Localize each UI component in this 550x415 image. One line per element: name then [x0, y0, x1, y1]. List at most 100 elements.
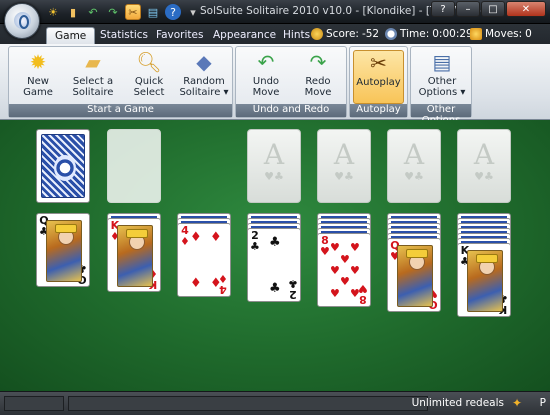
redeals-status: Unlimited redeals — [411, 397, 504, 409]
select-solitaire-label: Select a Solitaire — [72, 76, 114, 98]
random-solitaire-label: Random Solitaire ▾ — [179, 76, 229, 98]
tab-game[interactable]: Game — [46, 27, 96, 44]
new-game-button[interactable]: ✹ New Game — [14, 50, 62, 104]
foundation-suits: ♥♣ — [334, 170, 354, 183]
suit-pip: ♥ — [350, 264, 360, 277]
foundation-suits: ♥♣ — [474, 170, 494, 183]
moves-display: Moves: 0 — [470, 28, 532, 40]
group-label-other: Other Options — [411, 104, 471, 126]
redo-arrow-icon: ↷ — [309, 49, 327, 74]
face-up-card[interactable]: 8 ♥ 8 ♥ ♥ ♥ ♥ ♥ ♥ ♥ ♥ ♥ — [317, 233, 371, 307]
suit-pip: ♥ — [330, 241, 340, 254]
foundation-letter: A — [403, 138, 425, 171]
undo-icon[interactable]: ↶ — [85, 4, 101, 20]
moves-icon — [470, 28, 482, 40]
select-solitaire-button[interactable]: ▰ Select a Solitaire — [65, 50, 121, 104]
face-up-card[interactable]: Q ♣ Q ♣ — [36, 213, 90, 287]
group-label-autoplay: Autoplay — [350, 104, 407, 117]
waste-pile[interactable] — [107, 129, 161, 203]
moves-label: Moves: — [485, 28, 523, 40]
foundation-2[interactable]: A ♥♣ — [317, 129, 371, 203]
suit-pip: ♥ — [350, 287, 360, 300]
autoplay-icon[interactable]: ✂ — [125, 4, 141, 20]
time-label: Time: — [400, 28, 430, 40]
card-rank-suit: 2 ♣ — [288, 277, 298, 301]
tab-statistics[interactable]: Statistics — [92, 27, 156, 44]
status-segment — [68, 396, 428, 411]
help-button[interactable]: ? — [431, 1, 455, 17]
new-game-label: New Game — [23, 76, 53, 98]
tab-appearance[interactable]: Appearance — [205, 27, 284, 44]
other-options-label: Other Options ▾ — [418, 76, 466, 98]
court-card-art — [117, 225, 153, 287]
new-game-icon[interactable]: ☀ — [45, 4, 61, 20]
face-up-card[interactable]: K ♣ K ♣ — [457, 243, 511, 317]
foundation-1[interactable]: A ♥♣ — [247, 129, 301, 203]
suit-pip: ♥ — [340, 275, 350, 288]
face-up-card[interactable]: 4 ♦ 4 ♦ ♦ ♦ ♦ ♦ — [177, 223, 231, 297]
ribbon-tab-row: Game Statistics Favorites Appearance Hin… — [0, 24, 550, 44]
title-bar: ☀ ▮ ↶ ↷ ✂ ▤ ? ▾ SolSuite Solitaire 2010 … — [0, 0, 550, 39]
foundation-4[interactable]: A ♥♣ — [457, 129, 511, 203]
maximize-button[interactable]: □ — [481, 1, 505, 17]
suit-pip: ♣ — [269, 235, 281, 250]
other-options-button[interactable]: ▤ Other Options ▾ — [417, 50, 467, 104]
quick-select-label: Quick Select — [133, 76, 165, 98]
ribbon: ✹ New Game ▰ Select a Solitaire 🔍︎ Quick… — [0, 44, 550, 126]
undo-move-label: Undo Move — [252, 76, 280, 98]
random-solitaire-button[interactable]: ◆ Random Solitaire ▾ — [177, 50, 231, 104]
court-card-art — [467, 250, 503, 312]
foundation-suits: ♥♣ — [264, 170, 284, 183]
help-icon[interactable]: ? — [165, 4, 181, 20]
customize-toolbar-icon[interactable]: ▾ — [185, 4, 201, 20]
face-up-card[interactable]: Q ♥ Q ♥ — [387, 238, 441, 312]
folder-icon[interactable]: ▮ — [65, 4, 81, 20]
score-icon — [311, 28, 323, 40]
stock-pile[interactable] — [36, 129, 90, 203]
autoplay-button[interactable]: ✂ Autoplay — [353, 50, 404, 104]
face-up-card[interactable]: 2 ♣ 2 ♣ ♣ ♣ — [247, 228, 301, 302]
options-window-icon: ▤ — [432, 49, 452, 74]
foundation-3[interactable]: A ♥♣ — [387, 129, 441, 203]
card-back-pattern — [41, 134, 85, 198]
application-menu-button[interactable] — [4, 3, 40, 39]
suit-pip: ♦ — [210, 276, 222, 291]
statistics-icon[interactable]: ▤ — [145, 4, 161, 20]
undo-arrow-icon: ↶ — [257, 49, 275, 74]
score-display: Score: -52 — [311, 28, 379, 40]
group-start-a-game: ✹ New Game ▰ Select a Solitaire 🔍︎ Quick… — [8, 46, 233, 118]
tab-favorites[interactable]: Favorites — [148, 27, 211, 44]
sun-icon: ✹ — [29, 49, 47, 74]
close-button[interactable]: ✕ — [506, 1, 546, 17]
redo-move-button[interactable]: ↷ Redo Move — [296, 50, 340, 104]
foundation-letter: A — [333, 138, 355, 171]
game-table: A ♥♣ A ♥♣ A ♥♣ A ♥♣ Q ♣ Q ♣ K ♦ K ♦ 4 ♦ 4 ♦ ♦ ♦ ♦ ♦ 2 ♣ 2 ♣ ♣ ♣ 8 ♥… — [0, 120, 550, 391]
suit-pip: ♥ — [340, 253, 350, 266]
minimize-button[interactable]: – — [456, 1, 480, 17]
group-other-options: ▤ Other Options ▾ Other Options — [410, 46, 472, 126]
quick-select-button[interactable]: 🔍︎ Quick Select — [127, 50, 171, 104]
status-trailing: P — [539, 397, 546, 409]
autoplay-label: Autoplay — [356, 77, 401, 88]
undo-move-button[interactable]: ↶ Undo Move — [244, 50, 288, 104]
foundation-suits: ♥♣ — [404, 170, 424, 183]
magic-wand-icon: ✂ — [370, 50, 387, 75]
time-value: 0:00:29 — [432, 28, 473, 40]
face-up-card[interactable]: K ♦ K ♦ — [107, 218, 161, 292]
group-label-undo: Undo and Redo — [236, 104, 346, 117]
redo-move-label: Redo Move — [304, 76, 332, 98]
court-card-art — [46, 220, 82, 282]
suit-pip: ♦ — [190, 230, 202, 245]
foundation-letter: A — [263, 138, 285, 171]
folder-icon: ▰ — [85, 49, 101, 74]
shapes-icon: ◆ — [196, 49, 212, 74]
court-card-art — [397, 245, 433, 307]
suit-pip: ♦ — [210, 230, 222, 245]
suit-pip: ♥ — [330, 287, 340, 300]
solsuite-logo-icon — [14, 12, 31, 29]
suit-pip: ♦ — [190, 276, 202, 291]
suit-pip: ♣ — [269, 281, 281, 296]
redo-icon[interactable]: ↷ — [105, 4, 121, 20]
card-rank-suit: 2 ♣ — [250, 229, 260, 253]
group-autoplay: ✂ Autoplay Autoplay — [349, 46, 408, 118]
